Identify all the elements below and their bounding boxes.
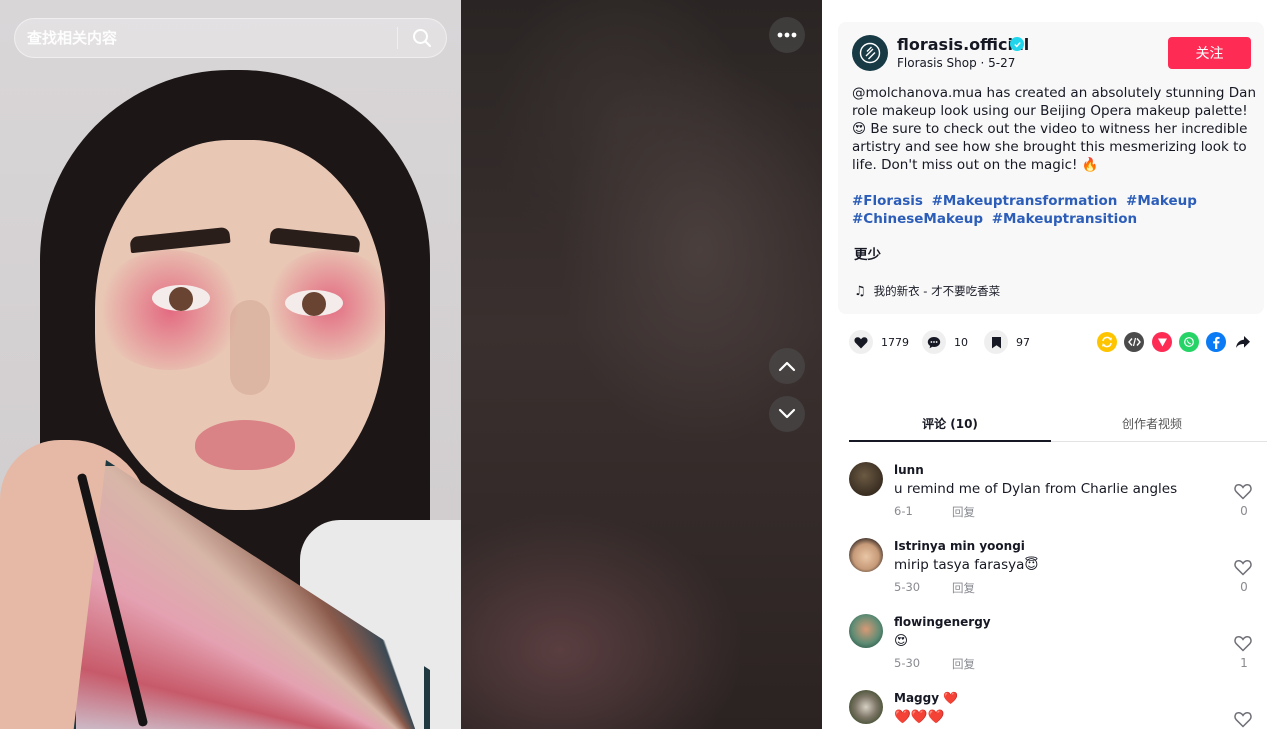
previous-video-button[interactable]	[769, 348, 805, 384]
hashtag-list: #Florasis #Makeuptransformation #Makeup …	[852, 192, 1256, 228]
comment-text: ❤️❤️❤️	[894, 709, 945, 725]
avatar[interactable]	[849, 690, 883, 724]
comment-like-count: 1	[1240, 656, 1248, 670]
search-divider	[397, 27, 398, 49]
comment-text: u remind me of Dylan from Charlie angles	[894, 481, 1178, 497]
repost-icon[interactable]	[1097, 332, 1117, 352]
facebook-icon[interactable]	[1206, 332, 1226, 352]
video-eye-left	[152, 285, 210, 311]
comment-date: 5-30	[894, 656, 921, 670]
hashtag-link[interactable]: #Makeuptransition	[992, 211, 1137, 227]
follow-button[interactable]: 关注	[1168, 37, 1251, 69]
next-video-button[interactable]	[769, 396, 805, 432]
comment-count: 10	[954, 335, 968, 349]
comment-text: mirip tasya farasya😇	[894, 557, 1039, 573]
comment-username[interactable]: lunn	[894, 463, 924, 477]
avatar[interactable]	[849, 462, 883, 496]
whatsapp-icon[interactable]	[1179, 332, 1199, 352]
music-note-icon: ♫	[854, 283, 866, 299]
creator-subtitle: Florasis Shop · 5-27	[897, 56, 1016, 70]
comment-text: 😍	[894, 633, 909, 649]
search-input[interactable]	[27, 29, 397, 47]
video-player[interactable]	[0, 0, 822, 729]
comment-like-count: 0	[1240, 504, 1248, 518]
video-nose	[230, 300, 270, 395]
tab-creator-videos[interactable]: 创作者视频	[1051, 409, 1253, 442]
avatar[interactable]	[849, 614, 883, 648]
comment-username[interactable]: Istrinya min yoongi	[894, 539, 1025, 553]
post-date: 5-27	[988, 56, 1016, 70]
more-dots-icon	[777, 32, 797, 38]
avatar[interactable]	[849, 538, 883, 572]
comment-item: flowingenergy 😍 5-30 回复 1	[849, 608, 1254, 678]
video-info-card: florasis.official Florasis Shop · 5-27 关…	[838, 22, 1264, 314]
side-panel: florasis.official Florasis Shop · 5-27 关…	[822, 0, 1267, 729]
comment-item: lunn u remind me of Dylan from Charlie a…	[849, 456, 1254, 526]
comment-username[interactable]: flowingenergy	[894, 615, 991, 629]
favorite-button[interactable]: 97	[984, 330, 1030, 354]
video-caption: @molchanova.mua has created an absolutel…	[852, 85, 1256, 173]
panel-tabs: 评论 (10) 创作者视频	[849, 409, 1267, 442]
reply-button[interactable]: 回复	[952, 504, 975, 520]
chevron-down-icon	[778, 408, 796, 419]
video-frame[interactable]	[0, 0, 461, 729]
heart-outline-icon[interactable]	[1234, 711, 1254, 729]
creator-avatar[interactable]	[852, 35, 888, 71]
comment-username[interactable]: Maggy ❤️	[894, 691, 958, 705]
creator-shop-name: Florasis Shop	[897, 56, 977, 70]
show-less-button[interactable]: 更少	[854, 243, 881, 263]
comment-item: Istrinya min yoongi mirip tasya farasya😇…	[849, 532, 1254, 602]
favorite-count: 97	[1016, 335, 1030, 349]
like-count: 1779	[881, 335, 909, 349]
reply-button[interactable]: 回复	[952, 656, 975, 672]
video-eye-right	[285, 290, 343, 316]
verified-badge-icon	[1010, 37, 1024, 51]
comment-item: Maggy ❤️ ❤️❤️❤️	[849, 684, 1254, 729]
reply-button[interactable]: 回复	[952, 580, 975, 596]
search-icon[interactable]	[410, 26, 434, 50]
embed-icon[interactable]	[1124, 332, 1144, 352]
comment-button[interactable]: 10	[922, 330, 968, 354]
comment-date: 6-1	[894, 504, 913, 518]
heart-outline-icon[interactable]	[1234, 559, 1254, 579]
music-title: 我的新衣 - 才不要吃香菜	[873, 284, 1001, 298]
comment-like-count: 0	[1240, 580, 1248, 594]
share-arrow-icon[interactable]	[1233, 332, 1253, 352]
hashtag-link[interactable]: #Makeuptransformation	[932, 193, 1118, 209]
heart-outline-icon[interactable]	[1234, 635, 1254, 655]
comment-date: 5-30	[894, 580, 921, 594]
hashtag-link[interactable]: #Makeup	[1126, 193, 1197, 209]
comment-icon	[922, 330, 946, 354]
hashtag-link[interactable]: #Florasis	[852, 193, 923, 209]
brand-logo-icon	[859, 42, 881, 64]
tab-comments[interactable]: 评论 (10)	[849, 409, 1051, 442]
search-bar	[14, 18, 447, 58]
like-button[interactable]: 1779	[849, 330, 909, 354]
video-lips	[195, 420, 295, 470]
music-link[interactable]: ♫ 我的新衣 - 才不要吃香菜	[854, 283, 1000, 299]
more-options-button[interactable]	[769, 17, 805, 53]
hashtag-link[interactable]: #ChineseMakeup	[852, 211, 983, 227]
action-bar: 1779 10 97	[849, 330, 1259, 354]
bookmark-icon	[984, 330, 1008, 354]
send-icon[interactable]	[1152, 332, 1172, 352]
chevron-up-icon	[778, 361, 796, 372]
heart-icon	[849, 330, 873, 354]
heart-outline-icon[interactable]	[1234, 483, 1254, 503]
